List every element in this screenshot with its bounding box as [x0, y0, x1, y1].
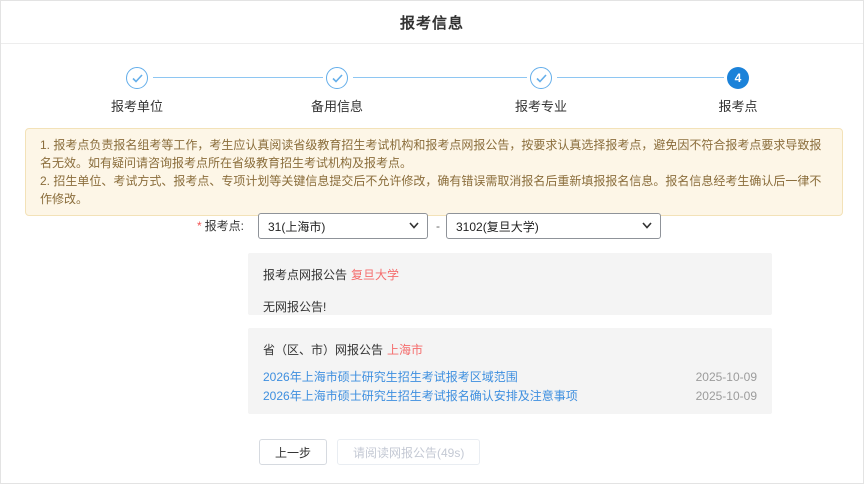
list-item: 2026年上海市硕士研究生招生考试报名确认安排及注意事项 2025-10-09 — [263, 386, 757, 405]
chevron-down-icon — [409, 222, 419, 229]
step-circle-2 — [326, 67, 348, 89]
site-announcement-title: 报考点网报公告 — [263, 268, 347, 282]
step-label-4: 报考点 — [678, 96, 798, 115]
exam-site-label: *报考点: — [151, 213, 244, 239]
site-announcement-box: 报考点网报公告复旦大学 无网报公告! — [248, 253, 772, 315]
step-label-2: 备用信息 — [277, 96, 397, 115]
step-connector — [153, 77, 323, 78]
required-asterisk: * — [197, 219, 202, 233]
province-announcement-entity: 上海市 — [387, 343, 423, 357]
notice-box: 1. 报考点负责报名组考等工作，考生应认真阅读省级教育招生考试机构和报考点网报公… — [25, 128, 843, 216]
read-announcement-countdown-button[interactable]: 请阅读网报公告(49s) — [337, 439, 480, 465]
application-info-page: 报考信息 报考单位 备用信息 报考专业 4 — [0, 0, 864, 484]
step-connector — [557, 77, 724, 78]
province-announcement-title: 省（区、市）网报公告 — [263, 343, 383, 357]
step-number: 4 — [735, 71, 742, 85]
exam-site-label-text: 报考点: — [205, 219, 244, 233]
province-announcement-box: 省（区、市）网报公告上海市 2026年上海市硕士研究生招生考试报考区域范围 20… — [248, 328, 772, 414]
previous-step-button[interactable]: 上一步 — [259, 439, 327, 465]
province-select[interactable]: 31(上海市) — [258, 213, 428, 239]
announcement-list: 2026年上海市硕士研究生招生考试报考区域范围 2025-10-09 2026年… — [263, 367, 757, 405]
site-announcement-entity: 复旦大学 — [351, 268, 399, 282]
exam-site-select[interactable]: 3102(复旦大学) — [446, 213, 661, 239]
step-circle-3 — [530, 67, 552, 89]
province-announcement-title-row: 省（区、市）网报公告上海市 — [263, 341, 757, 358]
check-icon — [132, 74, 143, 83]
step-circle-1 — [126, 67, 148, 89]
exam-site-select-value: 3102(复旦大学) — [456, 218, 539, 235]
action-buttons: 上一步 请阅读网报公告(49s) — [259, 439, 480, 465]
check-icon — [332, 74, 343, 83]
site-announcement-body: 无网报公告! — [263, 298, 757, 315]
page-header: 报考信息 — [1, 1, 863, 44]
step-connector — [353, 77, 527, 78]
check-icon — [536, 74, 547, 83]
exam-site-form-row: *报考点: 31(上海市) - 3102(复旦大学) — [1, 213, 863, 239]
list-item: 2026年上海市硕士研究生招生考试报考区域范围 2025-10-09 — [263, 367, 757, 386]
step-circle-4-current: 4 — [727, 67, 749, 89]
chevron-down-icon — [642, 222, 652, 229]
select-separator: - — [432, 213, 444, 239]
step-label-3: 报考专业 — [481, 96, 601, 115]
announcement-date-2: 2025-10-09 — [696, 389, 757, 403]
site-announcement-title-row: 报考点网报公告复旦大学 — [263, 266, 757, 283]
province-select-value: 31(上海市) — [268, 218, 325, 235]
announcement-link-2[interactable]: 2026年上海市硕士研究生招生考试报名确认安排及注意事项 — [263, 387, 578, 404]
announcement-link-1[interactable]: 2026年上海市硕士研究生招生考试报考区域范围 — [263, 368, 518, 385]
notice-line-1: 1. 报考点负责报名组考等工作，考生应认真阅读省级教育招生考试机构和报考点网报公… — [40, 136, 828, 172]
announcement-date-1: 2025-10-09 — [696, 370, 757, 384]
page-title: 报考信息 — [400, 12, 464, 33]
notice-line-2: 2. 招生单位、考试方式、报考点、专项计划等关键信息提交后不允许修改，确有错误需… — [40, 172, 828, 208]
step-label-1: 报考单位 — [77, 96, 197, 115]
